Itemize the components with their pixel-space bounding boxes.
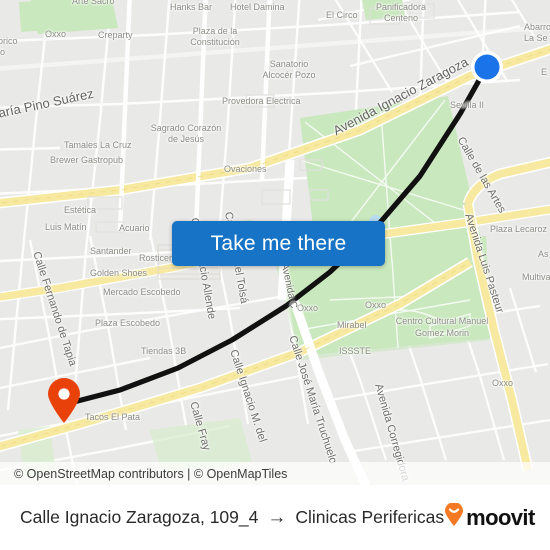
map-canvas[interactable]: Arte Sacro Hanks Bar Hotel Damina El Cir… bbox=[0, 0, 550, 485]
destination-label: Clinicas Perifericas bbox=[295, 507, 445, 527]
arrow-right-icon: → bbox=[267, 507, 287, 528]
map-attribution: © OpenStreetMap contributors | © OpenMap… bbox=[0, 462, 550, 485]
moovit-trip-map-screen: Arte Sacro Hanks Bar Hotel Damina El Cir… bbox=[0, 0, 550, 550]
moovit-pin-icon bbox=[444, 502, 464, 532]
moovit-wordmark: moovit bbox=[466, 504, 535, 530]
take-me-there-button[interactable]: Take me there bbox=[172, 221, 385, 266]
attribution-text: © OpenStreetMap contributors | © OpenMap… bbox=[14, 466, 288, 481]
route-summary: Calle Ignacio Zaragoza, 109_4 → Clinicas… bbox=[20, 507, 444, 528]
trip-footer-bar: Calle Ignacio Zaragoza, 109_4 → Clinicas… bbox=[0, 485, 550, 550]
origin-marker[interactable] bbox=[46, 378, 82, 424]
moovit-logo[interactable]: moovit bbox=[444, 502, 535, 532]
destination-marker[interactable] bbox=[470, 50, 504, 84]
origin-label: Calle Ignacio Zaragoza, 109_4 bbox=[20, 507, 259, 527]
